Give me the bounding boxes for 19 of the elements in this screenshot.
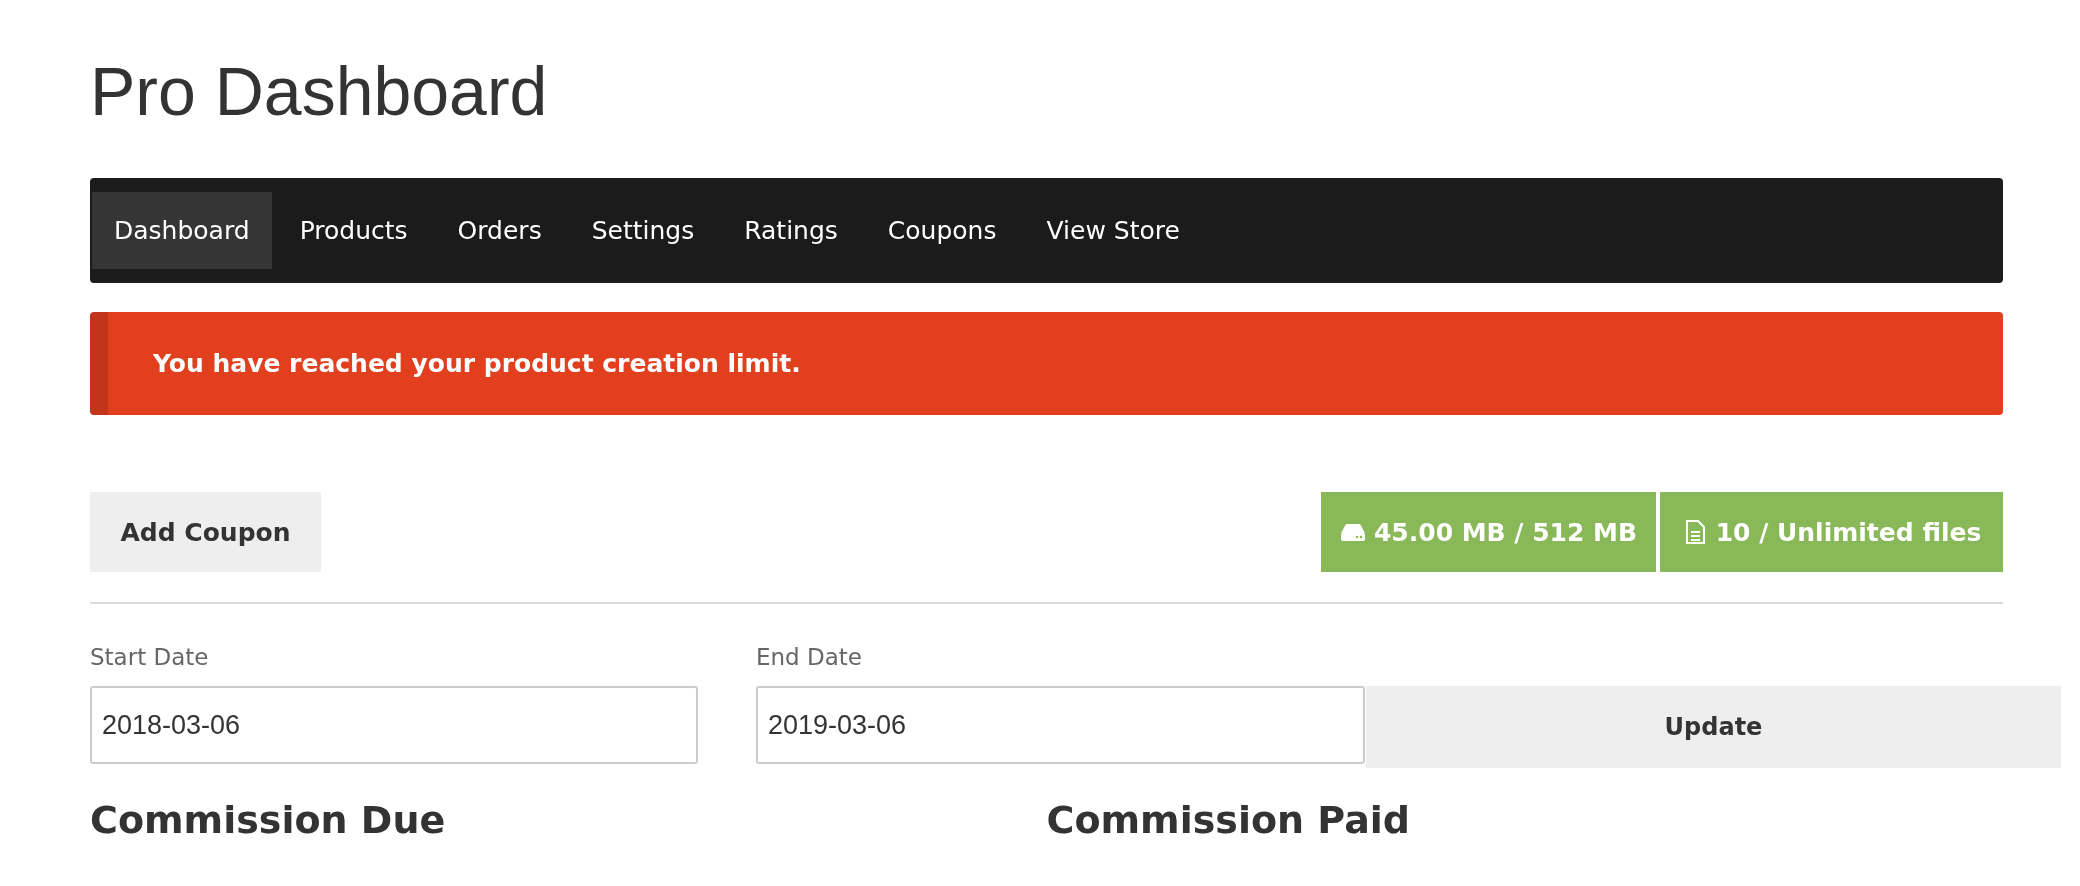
usage-indicator: 45.00 MB / 512 MB — [1321, 492, 1656, 572]
end-date-field[interactable]: 2019-03-06 — [756, 686, 1365, 764]
nav-tab[interactable]: Orders — [435, 192, 564, 269]
nav-tab[interactable]: Ratings — [722, 192, 860, 269]
nav-tab[interactable]: Products — [277, 192, 430, 269]
field-label: End Date — [756, 644, 863, 672]
field-label: Start Date — [90, 644, 210, 672]
start-date-field[interactable]: 2018-03-06 — [90, 686, 698, 764]
usage-indicator: 10 / Unlimited files — [1660, 492, 2003, 572]
section-heading: Commission Paid — [1046, 798, 1412, 842]
alert-message: You have reached your product creation limit. — [153, 349, 801, 378]
update-button[interactable]: Update — [1366, 686, 2061, 768]
nav-tab[interactable]: Dashboard — [92, 192, 272, 269]
add-coupon-button[interactable]: Add Coupon — [90, 492, 321, 572]
nav-tab[interactable]: View Store — [1024, 192, 1202, 269]
nav-tab[interactable]: Settings — [569, 192, 717, 269]
nav-tab[interactable]: Coupons — [865, 192, 1019, 269]
section-heading: Commission Due — [90, 798, 447, 842]
page-title: Pro Dashboard — [90, 52, 549, 122]
